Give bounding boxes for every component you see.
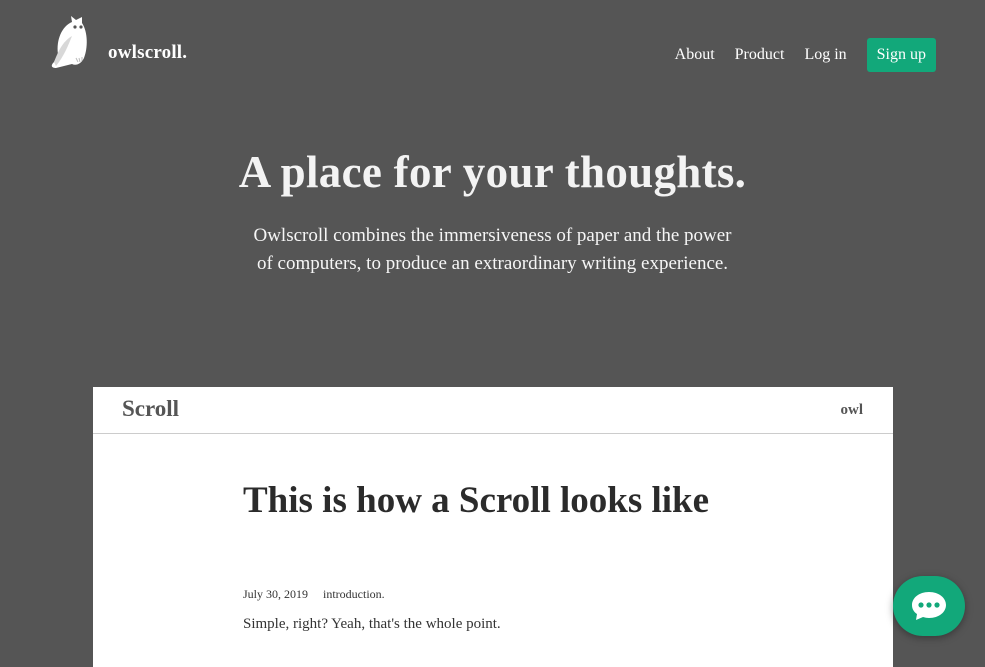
chat-button[interactable] <box>893 576 965 636</box>
brand-name[interactable]: owlscroll. <box>108 42 187 64</box>
top-navigation-bar: owlscroll. About Product Log in Sign up <box>0 0 985 110</box>
post-title: This is how a Scroll looks like <box>243 480 710 521</box>
hero-subtitle: Owlscroll combines the immersiveness of … <box>0 222 985 278</box>
post-date: July 30, 2019 <box>243 587 309 601</box>
preview-username: owl <box>840 402 864 418</box>
hero-title: A place for your thoughts. <box>238 147 747 197</box>
owl-logo-icon[interactable] <box>48 14 90 68</box>
preview-app-title: Scroll <box>122 396 180 421</box>
main-nav: About Product Log in Sign up <box>675 38 936 72</box>
hero-subtitle-line-1: Owlscroll combines the immersiveness of … <box>253 225 732 246</box>
post-tag[interactable]: introduction. <box>323 587 385 602</box>
nav-product-link[interactable]: Product <box>735 46 785 64</box>
nav-about-link[interactable]: About <box>675 46 715 64</box>
preview-header: Scroll owl <box>93 387 893 434</box>
signup-button[interactable]: Sign up <box>866 38 936 72</box>
nav-login-link[interactable]: Log in <box>804 46 846 64</box>
post-body: Simple, right? Yeah, that's the whole po… <box>243 616 501 632</box>
hero-subtitle-line-2: of computers, to produce an extraordinar… <box>256 253 729 274</box>
scroll-preview-card: Scroll owl This is how a Scroll looks li… <box>93 387 893 667</box>
chat-bubble-icon <box>912 592 946 620</box>
post-meta: July 30, 2019 introduction. <box>243 587 385 602</box>
